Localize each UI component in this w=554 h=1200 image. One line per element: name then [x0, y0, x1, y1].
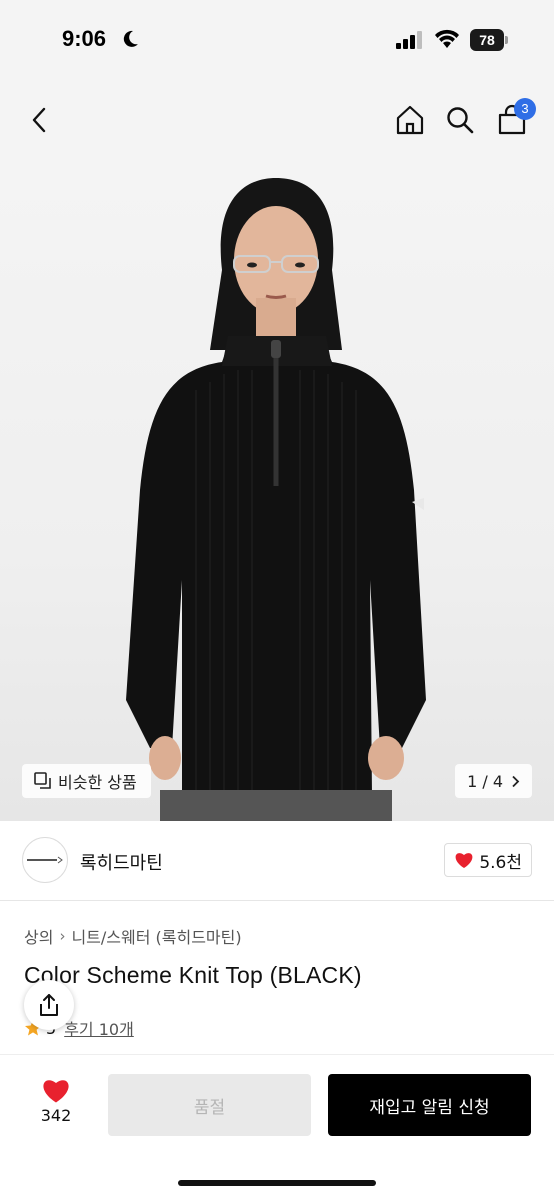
brand-like-button[interactable]: 5.6천 — [444, 843, 532, 877]
signal-icon — [396, 31, 422, 49]
back-button[interactable] — [22, 102, 58, 138]
breadcrumb-subcategory[interactable]: 니트/스웨터 (록히드마틴) — [71, 924, 241, 948]
page-indicator-text: 1 / 4 — [467, 771, 503, 791]
status-bar: 9:06 78 — [0, 0, 554, 84]
heart-icon — [43, 1080, 69, 1103]
breadcrumb-category[interactable]: 상의 — [24, 924, 53, 948]
image-page-indicator[interactable]: 1 / 4 — [455, 764, 532, 798]
share-icon — [40, 994, 58, 1016]
product-title: Color Scheme Knit Top (BLACK) — [24, 962, 362, 988]
wish-button[interactable]: 342 — [30, 1077, 82, 1125]
copy-icon — [34, 772, 51, 789]
cart-count-badge: 3 — [514, 98, 536, 120]
product-photo — [126, 178, 426, 821]
home-icon — [396, 105, 424, 135]
top-nav: 3 — [0, 84, 554, 160]
battery-icon: 78 — [470, 29, 508, 51]
product-image-gallery[interactable]: 비슷한 상품 1 / 4 — [0, 160, 554, 821]
brand-logo-mark — [27, 856, 63, 864]
status-time: 9:06 — [62, 26, 107, 51]
brand-row: 록히드마틴 5.6천 — [0, 821, 554, 901]
heart-icon — [455, 853, 473, 868]
similar-products-button[interactable]: 비슷한 상품 — [22, 764, 151, 798]
breadcrumb: 상의 › 니트/스웨터 (록히드마틴) — [24, 924, 242, 948]
soldout-button: 품절 — [108, 1074, 311, 1136]
chevron-right-icon — [512, 775, 520, 787]
brand-name[interactable]: 록히드마틴 — [80, 849, 163, 875]
restock-alert-button[interactable]: 재입고 알림 신청 — [328, 1074, 531, 1136]
brand-like-count: 5.6천 — [479, 852, 522, 873]
home-button[interactable] — [392, 102, 428, 138]
search-button[interactable] — [442, 102, 478, 138]
bottom-action-bar: 342 품절 재입고 알림 신청 — [0, 1054, 554, 1200]
review-link[interactable]: 후기 10개 — [64, 1016, 134, 1040]
home-indicator — [178, 1180, 376, 1186]
chevron-right-icon: › — [59, 927, 66, 945]
wifi-icon — [435, 29, 459, 48]
wish-count: 342 — [40, 1106, 72, 1125]
similar-products-label: 비슷한 상품 — [58, 773, 137, 792]
share-button[interactable] — [24, 980, 74, 1030]
back-icon — [32, 107, 46, 133]
brand-logo[interactable] — [22, 837, 68, 883]
search-icon — [447, 107, 474, 134]
cart-button[interactable]: 3 — [494, 98, 536, 138]
battery-level: 78 — [470, 29, 504, 51]
moon-icon — [123, 30, 138, 47]
